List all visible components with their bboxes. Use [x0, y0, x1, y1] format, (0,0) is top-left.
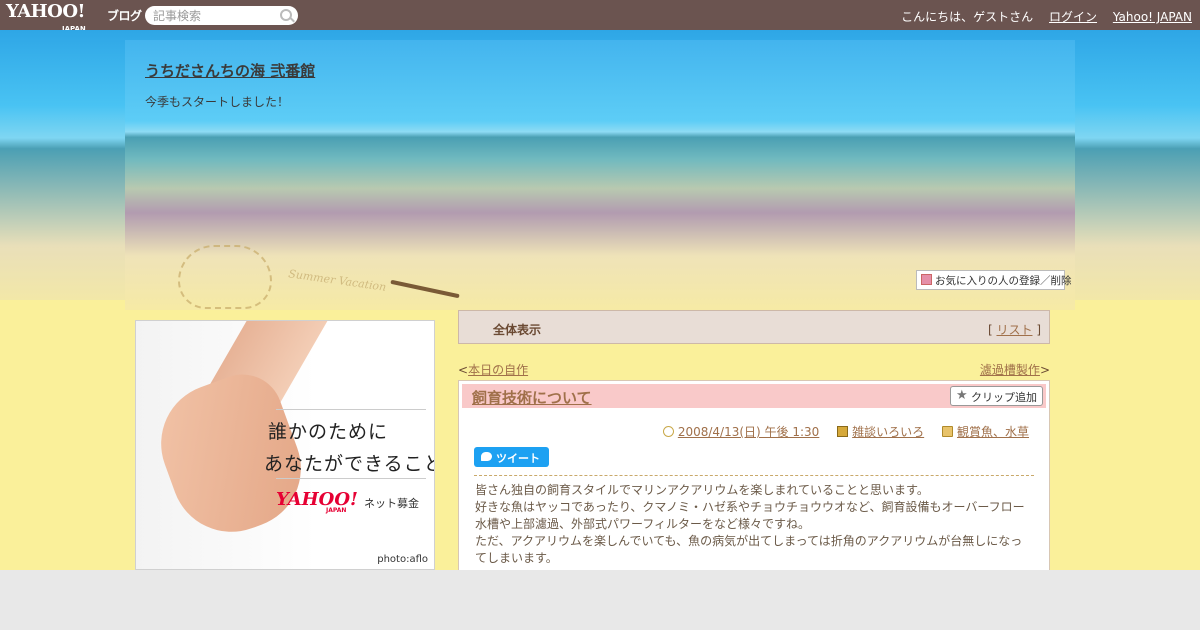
list-link-wrapper: [ リスト ]	[988, 321, 1041, 338]
greeting-text: こんにちは、ゲストさん	[901, 10, 1034, 24]
category-icon	[837, 426, 849, 437]
prev-article-link[interactable]: 本日の自作	[468, 363, 528, 377]
article-paragraph: てしまいます。	[475, 551, 558, 565]
article-divider	[474, 475, 1034, 476]
twitter-bird-icon	[481, 452, 492, 461]
article-title[interactable]: 飼育技術について	[472, 387, 592, 408]
ad-photo-credit: photo:aflo	[377, 554, 428, 565]
ad-headline-1: 誰かのために	[268, 421, 389, 443]
ad-divider	[276, 409, 426, 410]
yahoo-blog-logo[interactable]: YAHOO! JAPAN ブログ	[6, 1, 142, 34]
article-box: 飼育技術について ★ クリップ追加 2008/4/13(日) 午後 1:30 雑…	[458, 380, 1050, 580]
ad-headline-2: あなたができること	[264, 453, 435, 475]
bear-sand-drawing-icon	[178, 245, 272, 309]
article-paragraph: 皆さん独自の飼育スタイルでマリンアクアリウムを楽しまれていることと思います。	[475, 483, 929, 497]
prev-arrow: <	[458, 363, 469, 377]
tweet-button[interactable]: ツイート	[474, 447, 549, 467]
clock-icon	[662, 426, 674, 437]
article-body: 皆さん独自の飼育スタイルでマリンアクアリウムを楽しまれていることと思います。 好…	[475, 482, 1035, 567]
view-mode-bar: 全体表示 [ リスト ]	[458, 310, 1050, 344]
yahoo-japan-link[interactable]: Yahoo! JAPAN	[1113, 10, 1192, 24]
tweet-label: ツイート	[496, 452, 540, 465]
top-bar: YAHOO! JAPAN ブログ こんにちは、ゲストさん ログイン Yahoo!…	[0, 0, 1200, 34]
logo-blog: ブログ	[107, 9, 142, 23]
ad-yahoo-logo-sub: JAPAN	[326, 507, 347, 514]
next-article-link[interactable]: 濾過槽製作	[980, 363, 1040, 377]
login-link[interactable]: ログイン	[1049, 10, 1097, 24]
blog-description: 今季もスタートしました！	[145, 95, 290, 109]
ad-divider	[276, 478, 426, 479]
article-date-link[interactable]: 2008/4/13(日) 午後 1:30	[678, 425, 819, 439]
favorite-icon	[921, 274, 932, 285]
clip-add-label: クリップ追加	[971, 391, 1037, 404]
article-header: 飼育技術について ★ クリップ追加	[462, 384, 1046, 408]
bracket-close: ]	[1036, 323, 1041, 337]
ad-donation-label: ネット募金	[364, 497, 419, 510]
article-paragraph: 好きな魚はヤッコであったり、クマノミ・ハゼ系やチョウチョウウオなど、飼育設備もオ…	[475, 500, 1025, 514]
page-footer-area	[0, 570, 1200, 630]
star-icon: ★	[956, 388, 968, 403]
article-paragraph: ただ、アクアリウムを楽しんでいても、魚の病気が出てしまっては折角のアクアリウムが…	[475, 534, 1023, 548]
favorite-register-button[interactable]: お気に入りの人の登録／削除	[916, 270, 1072, 290]
prev-article: <本日の自作	[458, 361, 528, 378]
donation-ad-banner[interactable]: 誰かのために あなたができること YAHOO! JAPAN ネット募金 phot…	[135, 320, 435, 570]
logo-main: YAHOO!	[6, 1, 85, 22]
search-input[interactable]	[145, 6, 298, 25]
clip-add-button[interactable]: ★ クリップ追加	[950, 386, 1043, 406]
article-folder-link[interactable]: 観賞魚、水草	[957, 425, 1029, 439]
article-category-link[interactable]: 雑談いろいろ	[852, 425, 924, 439]
view-all-label: 全体表示	[493, 323, 542, 337]
article-paragraph: 水槽や上部濾過、外部式パワーフィルターをなど様々ですね。	[475, 517, 811, 531]
search-icon[interactable]	[280, 9, 292, 21]
blog-title[interactable]: うちださんちの海 弐番館	[145, 60, 315, 81]
list-view-link[interactable]: リスト	[996, 323, 1032, 337]
folder-icon	[941, 426, 953, 437]
bracket-open: [	[987, 323, 993, 337]
favorite-register-label: お気に入りの人の登録／削除	[935, 275, 1072, 287]
next-article: 濾過槽製作>	[980, 361, 1050, 378]
article-meta: 2008/4/13(日) 午後 1:30 雑談いろいろ 観賞魚、水草	[649, 423, 1029, 440]
next-arrow: >	[1039, 363, 1050, 377]
top-nav: こんにちは、ゲストさん ログイン Yahoo! JAPAN	[889, 8, 1192, 25]
